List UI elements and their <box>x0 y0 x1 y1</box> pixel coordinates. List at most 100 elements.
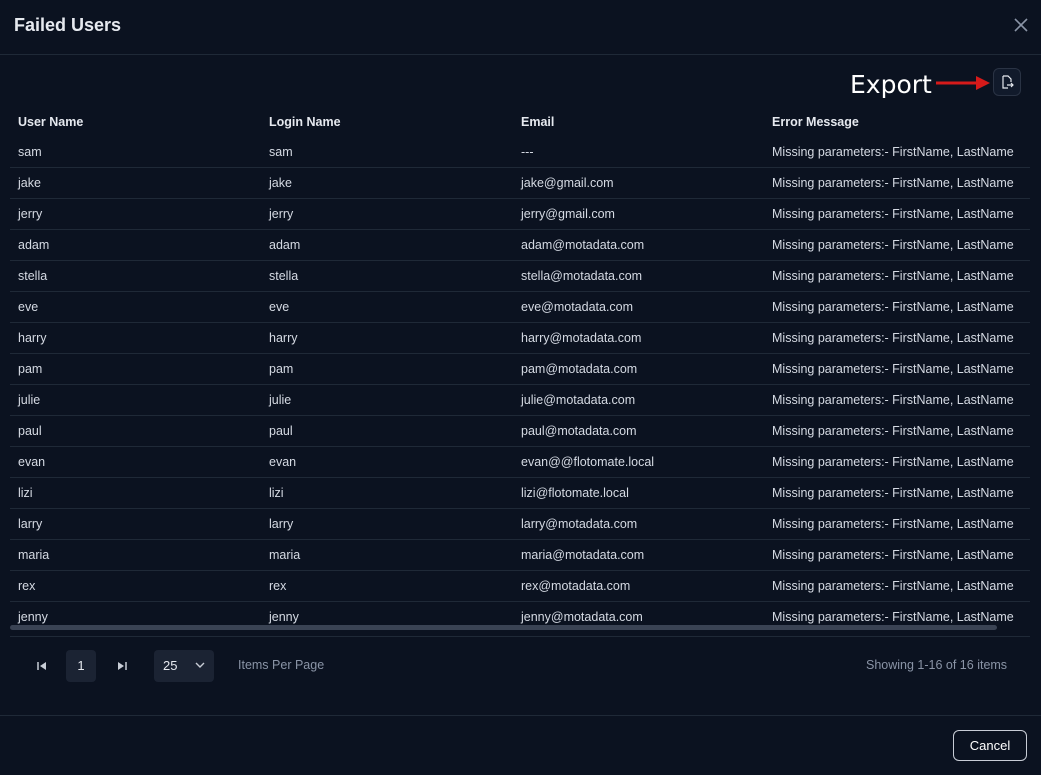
table-row[interactable]: paul paul paul@motadata.com Missing paramet… <box>10 416 1030 447</box>
cell-error-message: Missing parameters:- FirstName, LastName <box>772 362 1014 376</box>
cell-email: --- <box>521 145 534 159</box>
failed-users-modal: Failed Users Export User Name Login Name… <box>0 0 1041 775</box>
cell-error-message: Missing parameters:- FirstName, LastName <box>772 145 1014 159</box>
cell-error-message: Missing parameters:- FirstName, LastName <box>772 610 1014 624</box>
arrow-right-icon <box>936 76 990 90</box>
cell-user-name: lizi <box>18 486 33 500</box>
cell-email: maria@motadata.com <box>521 548 645 562</box>
cell-login-name: jake <box>269 176 292 190</box>
cell-error-message: Missing parameters:- FirstName, LastName <box>772 331 1014 345</box>
table-row[interactable]: pam pam pam@motadata.com Missing parameters… <box>10 354 1030 385</box>
file-export-icon <box>1002 75 1014 89</box>
showing-count: Showing 1-16 of 16 items <box>866 658 1008 672</box>
cell-login-name: sam <box>269 145 293 159</box>
table-row[interactable]: eve eve eve@motadata.com Missing parameters… <box>10 292 1030 323</box>
horizontal-scrollbar[interactable] <box>10 625 997 630</box>
cell-user-name: jerry <box>18 207 43 221</box>
cell-login-name: stella <box>269 269 299 283</box>
last-page-icon[interactable] <box>110 650 134 682</box>
cell-email: julie@motadata.com <box>521 393 636 407</box>
table-row[interactable]: lizi lizi lizi@flotomate.local Missing para… <box>10 478 1030 509</box>
cell-login-name: adam <box>269 238 301 252</box>
cell-error-message: Missing parameters:- FirstName, LastName <box>772 269 1014 283</box>
cell-error-message: Missing parameters:- FirstName, LastName <box>772 424 1014 438</box>
cell-error-message: Missing parameters:- FirstName, LastName <box>772 517 1014 531</box>
first-page-icon[interactable] <box>30 650 54 682</box>
cell-user-name: stella <box>18 269 48 283</box>
cell-login-name: evan <box>269 455 297 469</box>
cancel-button[interactable]: Cancel <box>953 730 1027 761</box>
cell-email: paul@motadata.com <box>521 424 637 438</box>
table-row[interactable]: stella stella stella@motadata.com Missing p… <box>10 261 1030 292</box>
cell-user-name: maria <box>18 548 50 562</box>
cell-error-message: Missing parameters:- FirstName, LastName <box>772 579 1014 593</box>
table-row[interactable]: larry larry larry@motadata.com Missing para… <box>10 509 1030 540</box>
cell-email: eve@motadata.com <box>521 300 634 314</box>
page-number-button[interactable]: 1 <box>66 650 96 682</box>
cell-user-name: paul <box>18 424 42 438</box>
cell-error-message: Missing parameters:- FirstName, LastName <box>772 455 1014 469</box>
column-header-user-name[interactable]: User Name <box>18 115 83 129</box>
cell-error-message: Missing parameters:- FirstName, LastName <box>772 548 1014 562</box>
export-annotation-label: Export <box>850 70 932 99</box>
column-header-email[interactable]: Email <box>521 115 554 129</box>
cell-user-name: pam <box>18 362 43 376</box>
table-row[interactable]: jerry jerry jerry@gmail.com Missing paramet… <box>10 199 1030 230</box>
cell-login-name: pam <box>269 362 294 376</box>
table-row[interactable]: evan evan evan@@flotomate.local Missing par… <box>10 447 1030 478</box>
divider <box>10 636 1030 637</box>
table-row[interactable]: rex rex rex@motadata.com Missing parameters… <box>10 571 1030 602</box>
cell-error-message: Missing parameters:- FirstName, LastName <box>772 393 1014 407</box>
cell-user-name: jenny <box>18 610 48 624</box>
cell-email: harry@motadata.com <box>521 331 642 345</box>
cell-login-name: jenny <box>269 610 299 624</box>
modal-header: Failed Users <box>0 0 1041 55</box>
cell-error-message: Missing parameters:- FirstName, LastName <box>772 238 1014 252</box>
cell-email: jerry@gmail.com <box>521 207 615 221</box>
export-button[interactable] <box>993 68 1021 96</box>
divider <box>0 715 1041 716</box>
cell-user-name: julie <box>18 393 41 407</box>
cell-error-message: Missing parameters:- FirstName, LastName <box>772 486 1014 500</box>
cell-login-name: maria <box>269 548 301 562</box>
cell-login-name: julie <box>269 393 292 407</box>
cell-email: jenny@motadata.com <box>521 610 643 624</box>
cell-login-name: eve <box>269 300 290 314</box>
cell-error-message: Missing parameters:- FirstName, LastName <box>772 176 1014 190</box>
cell-user-name: larry <box>18 517 43 531</box>
cell-email: pam@motadata.com <box>521 362 638 376</box>
cell-user-name: sam <box>18 145 42 159</box>
cell-login-name: jerry <box>269 207 294 221</box>
cell-email: larry@motadata.com <box>521 517 638 531</box>
cell-login-name: paul <box>269 424 293 438</box>
cell-user-name: adam <box>18 238 50 252</box>
column-header-login-name[interactable]: Login Name <box>269 115 341 129</box>
cell-error-message: Missing parameters:- FirstName, LastName <box>772 300 1014 314</box>
page-size-select[interactable]: 25 <box>154 650 214 682</box>
table-row[interactable]: adam adam adam@motadata.com Missing paramet… <box>10 230 1030 261</box>
cell-login-name: larry <box>269 517 294 531</box>
close-icon[interactable] <box>1010 14 1032 36</box>
chevron-down-icon <box>195 662 205 668</box>
cell-user-name: jake <box>18 176 41 190</box>
failed-users-table: User Name Login Name Email Error Message… <box>10 105 1030 632</box>
table-row[interactable]: maria maria maria@motadata.com Missing para… <box>10 540 1030 571</box>
table-row[interactable]: julie julie julie@motadata.com Missing para… <box>10 385 1030 416</box>
cell-user-name: rex <box>18 579 36 593</box>
cell-email: rex@motadata.com <box>521 579 631 593</box>
items-per-page-label: Items Per Page <box>238 658 325 672</box>
cell-login-name: lizi <box>269 486 284 500</box>
cell-user-name: eve <box>18 300 39 314</box>
cell-error-message: Missing parameters:- FirstName, LastName <box>772 207 1014 221</box>
table-header: User Name Login Name Email Error Message <box>10 105 1030 137</box>
column-header-error-message[interactable]: Error Message <box>772 115 859 129</box>
table-row[interactable]: jake jake jake@gmail.com Missing parameters… <box>10 168 1030 199</box>
page-size-value: 25 <box>163 658 178 673</box>
cell-user-name: evan <box>18 455 46 469</box>
table-row[interactable]: harry harry harry@motadata.com Missing para… <box>10 323 1030 354</box>
cell-email: evan@@flotomate.local <box>521 455 655 469</box>
cell-email: jake@gmail.com <box>521 176 614 190</box>
table-row[interactable]: sam sam --- Missing parameters:- FirstName,… <box>10 137 1030 168</box>
cell-email: stella@motadata.com <box>521 269 643 283</box>
cell-user-name: harry <box>18 331 47 345</box>
